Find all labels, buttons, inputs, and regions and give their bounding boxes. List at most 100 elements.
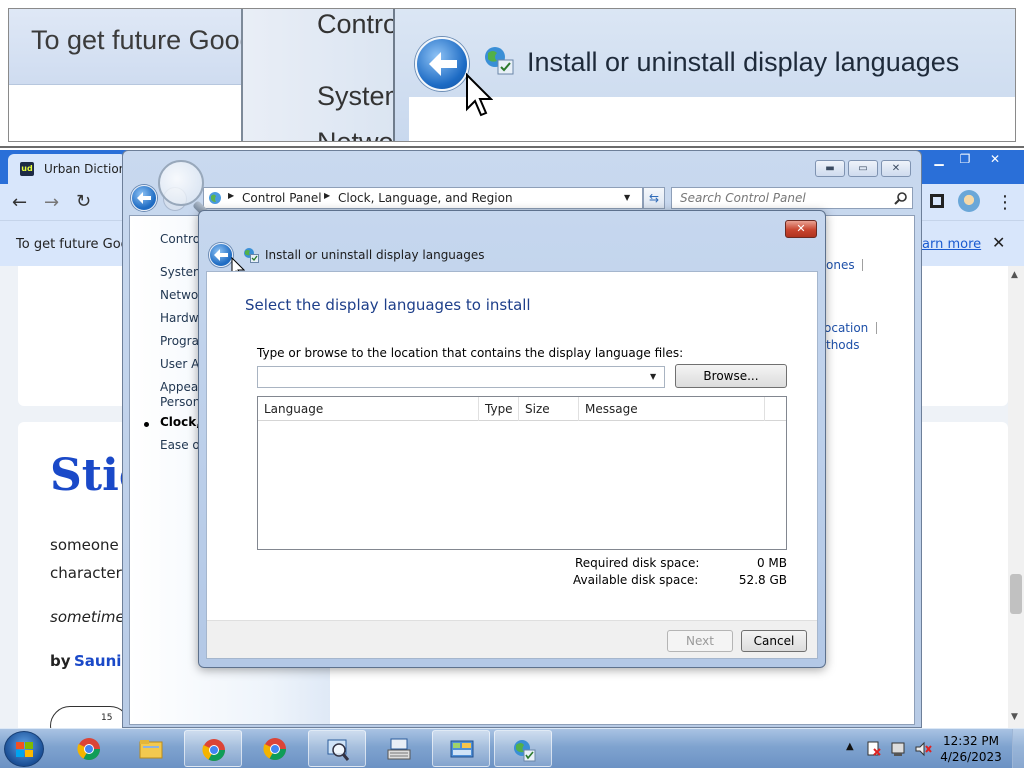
author-link[interactable]: Sauni: [74, 652, 121, 670]
magnifier-app-icon: [327, 739, 350, 761]
magnifier-dialog-title: Install or uninstall display languages: [527, 47, 960, 77]
address-dropdown-icon[interactable]: ▼: [624, 193, 630, 202]
tab-title: Urban Dictiona: [44, 162, 134, 176]
link-input-methods[interactable]: thods: [826, 338, 860, 352]
dialog-close-button[interactable]: ✕: [785, 220, 817, 238]
cp-refresh-button[interactable]: ⇆: [643, 187, 665, 209]
location-prompt-label: Type or browse to the location that cont…: [257, 346, 684, 360]
taskbar-file-explorer[interactable]: [122, 730, 180, 767]
column-header-type[interactable]: Type: [479, 397, 519, 421]
magnifier-middle-pane: Control System Netwo: [241, 9, 393, 142]
magnifier-right-pane: Install or uninstall display languages: [393, 9, 1015, 141]
profile-avatar[interactable]: [958, 190, 980, 212]
language-globe-icon: [244, 248, 259, 263]
magnifier-frame: To get future Goog Control System Netwo …: [8, 8, 1016, 142]
infobar-learn-more-link[interactable]: earn more: [914, 237, 981, 252]
clock-time[interactable]: 12:32 PM: [940, 734, 1002, 748]
nav-network-internet[interactable]: Networ: [160, 288, 203, 302]
magnifier-nav-network: Netwo: [317, 127, 393, 142]
browser-tab-urban-dictionary[interactable]: ud Urban Dictiona: [8, 154, 134, 184]
show-desktop-button[interactable]: [1012, 729, 1024, 768]
taskbar: ▲ 12:32 PM 4/26/2023: [0, 728, 1024, 768]
browser-sidepanel-icon[interactable]: [930, 194, 944, 208]
chrome-icon: [77, 738, 100, 760]
scroll-up-icon[interactable]: ▲: [1011, 270, 1018, 280]
column-header-language[interactable]: Language: [258, 397, 479, 421]
upvote-count: 15: [101, 713, 113, 723]
cp-minimize-button[interactable]: ▬: [815, 160, 845, 177]
taskbar-chrome-1[interactable]: [60, 730, 118, 767]
cp-back-button[interactable]: [131, 185, 157, 211]
nav-appearance[interactable]: Appear: [160, 380, 203, 394]
search-icon[interactable]: [894, 191, 908, 205]
tray-overflow-icon[interactable]: ▲: [846, 741, 854, 752]
cp-address-bar[interactable]: ▶ Control Panel ▶ Clock, Language, and R…: [203, 187, 643, 209]
link-separator: [862, 259, 863, 271]
language-files-location-combobox[interactable]: ▼: [257, 366, 665, 388]
definition-text-line: someone: [50, 536, 119, 554]
breadcrumb-clock-language-region[interactable]: Clock, Language, and Region: [338, 191, 513, 205]
language-list-header: Language Type Size Message: [258, 397, 786, 421]
browser-window-controls: ▁ ❐ ✕: [926, 150, 1024, 168]
available-disk-space-label: Available disk space:: [573, 573, 699, 587]
dialog-back-button[interactable]: [209, 243, 233, 267]
breadcrumb-chevron-icon[interactable]: ▶: [228, 191, 234, 200]
combobox-dropdown-icon[interactable]: ▼: [650, 372, 656, 381]
scroll-thumb[interactable]: [1010, 574, 1022, 614]
required-disk-space-value: 0 MB: [756, 556, 787, 570]
cp-maximize-button[interactable]: ▭: [848, 160, 878, 177]
available-disk-space-value: 52.8 GB: [738, 573, 787, 587]
browser-restore-button[interactable]: ❐: [952, 150, 978, 168]
taskbar-chrome-2[interactable]: [184, 730, 242, 767]
column-header-message[interactable]: Message: [579, 397, 765, 421]
taskbar-control-panel[interactable]: [432, 730, 490, 767]
link-separator: [876, 322, 877, 334]
definition-example: sometime: [50, 608, 125, 626]
magnifier-left-pane: To get future Goog: [9, 9, 255, 141]
link-change-location[interactable]: ocation: [824, 321, 868, 335]
cp-search-box[interactable]: Search Control Panel: [671, 187, 913, 209]
taskbar-magnifier[interactable]: [308, 730, 366, 767]
dialog-footer: Next Cancel: [207, 620, 817, 658]
scroll-down-icon[interactable]: ▼: [1011, 712, 1018, 722]
nav-programs[interactable]: Progra: [160, 334, 199, 348]
taskbar-chrome-3[interactable]: [246, 730, 304, 767]
browser-close-button[interactable]: ✕: [982, 150, 1008, 168]
language-list[interactable]: Language Type Size Message: [257, 396, 787, 550]
taskbar-on-screen-keyboard[interactable]: [370, 730, 428, 767]
cp-close-button[interactable]: ✕: [881, 160, 911, 177]
clock-date[interactable]: 4/26/2023: [940, 750, 1002, 764]
column-header-size[interactable]: Size: [519, 397, 579, 421]
browser-reload-icon[interactable]: ↻: [76, 191, 91, 212]
browse-button[interactable]: Browse...: [675, 364, 787, 388]
magnifier-dialog-body: [409, 97, 1015, 141]
nav-control-panel-home[interactable]: Control: [160, 232, 203, 246]
browser-menu-icon[interactable]: ⋮: [996, 192, 1014, 213]
urban-dictionary-favicon-icon: ud: [20, 162, 34, 176]
author-by-label: by: [50, 652, 71, 670]
cp-search-placeholder: Search Control Panel: [680, 191, 806, 205]
browser-scrollbar[interactable]: ▲ ▼: [1008, 266, 1024, 728]
dialog-title: Install or uninstall display languages: [265, 248, 485, 262]
next-button[interactable]: Next: [667, 630, 733, 652]
tray-status-icons[interactable]: [864, 739, 934, 759]
current-nav-bullet: [144, 422, 149, 427]
taskbar-language-install[interactable]: [494, 730, 552, 767]
chrome-icon: [263, 738, 286, 760]
browser-back-icon[interactable]: ←: [12, 192, 27, 213]
browser-minimize-button[interactable]: ▁: [926, 150, 952, 168]
required-disk-space-label: Required disk space:: [575, 556, 700, 570]
magnifier-view: To get future Goog Control System Netwo …: [0, 0, 1024, 148]
dialog-heading: Select the display languages to install: [245, 296, 531, 314]
language-globe-icon: [514, 740, 536, 762]
windows-logo-icon: [16, 742, 33, 757]
infobar-close-icon[interactable]: ✕: [992, 233, 1005, 252]
keyboard-icon: [387, 738, 411, 760]
infobar-text: To get future Goog: [16, 237, 137, 252]
breadcrumb-chevron-icon[interactable]: ▶: [324, 191, 330, 200]
cancel-button[interactable]: Cancel: [741, 630, 807, 652]
link-time-zones[interactable]: ones: [826, 258, 855, 272]
start-button[interactable]: [4, 731, 44, 767]
browser-forward-icon[interactable]: →: [44, 192, 59, 213]
breadcrumb-control-panel[interactable]: Control Panel: [242, 191, 322, 205]
